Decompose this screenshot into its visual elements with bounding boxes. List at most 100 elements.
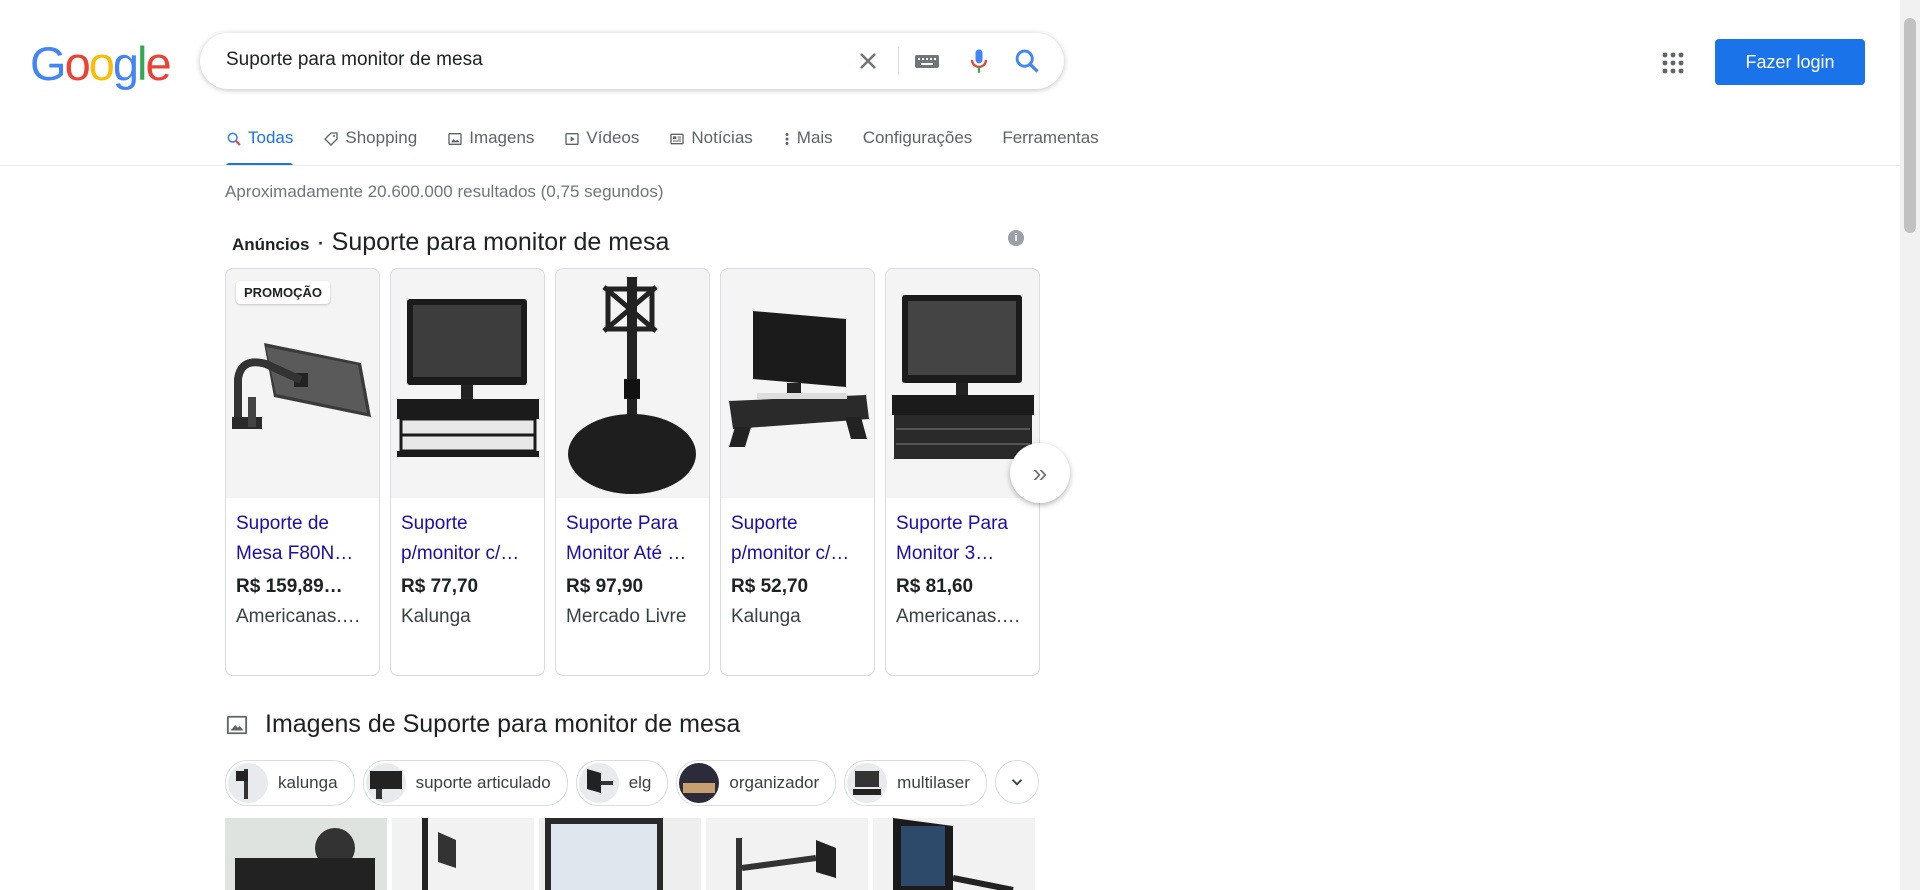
image-icon [226, 715, 248, 735]
product-image [556, 269, 709, 498]
tab-videos[interactable]: Vídeos [564, 128, 639, 166]
image-result[interactable] [873, 818, 1035, 890]
product-image [721, 269, 874, 498]
tab-mais[interactable]: Mais [783, 128, 833, 166]
page-scrollbar[interactable] [1900, 0, 1920, 890]
shopping-carousel: PROMOÇÃO Suporte de Mesa F80N… R$ 159,89…… [225, 268, 1050, 676]
chip-thumbnail [847, 763, 888, 803]
product-card[interactable]: Suporte p/monitor c/… R$ 77,70 Kalunga [390, 268, 545, 676]
tab-label: Mais [796, 128, 833, 147]
keyboard-icon[interactable] [913, 47, 941, 75]
chip-elg[interactable]: elg [575, 760, 669, 806]
logo-letter: e [145, 37, 171, 90]
chip-label: suporte articulado [415, 773, 551, 792]
tab-label: Ferramentas [1002, 128, 1099, 147]
result-stats: Aproximadamente 20.600.000 resultados (0… [225, 182, 664, 201]
ads-label: Anúncios [232, 235, 310, 254]
product-image [391, 269, 544, 498]
logo-letter: l [136, 37, 148, 90]
product-store: Kalunga [401, 606, 471, 627]
product-price: R$ 77,70 [401, 576, 479, 597]
tab-label: Imagens [469, 128, 535, 147]
tag-icon [324, 132, 339, 146]
tab-ferramentas[interactable]: Ferramentas [1002, 128, 1098, 166]
news-icon [670, 133, 685, 145]
ads-separator: · [309, 228, 332, 256]
promo-badge: PROMOÇÃO [236, 281, 330, 304]
login-button[interactable]: Fazer login [1715, 39, 1865, 85]
product-card[interactable]: Suporte p/monitor c/… R$ 52,70 Kalunga [720, 268, 875, 676]
scrollbar-thumb[interactable] [1904, 18, 1916, 233]
image-result[interactable] [539, 818, 701, 890]
product-title[interactable]: Suporte de Mesa F80N… [236, 509, 372, 569]
ads-header: Anúncios · Suporte para monitor de mesa [232, 228, 669, 257]
chip-label: organizador [729, 773, 820, 792]
tab-label: Todas [248, 128, 294, 147]
logo-letter: o [64, 37, 91, 90]
image-filter-chips: kalunga suporte articulado elg organizad… [225, 760, 1039, 806]
more-vert-icon [785, 133, 789, 145]
chip-label: kalunga [278, 773, 338, 792]
chip-thumbnail [365, 763, 406, 803]
chip-kalunga[interactable]: kalunga [225, 760, 355, 806]
product-title[interactable]: Suporte p/monitor c/… [731, 509, 867, 569]
search-icon[interactable] [1013, 47, 1041, 75]
image-result[interactable] [392, 818, 534, 890]
chip-multilaser[interactable]: multilaser [844, 760, 987, 806]
search-input[interactable]: Suporte para monitor de mesa [226, 49, 483, 71]
chip-label: elg [628, 773, 652, 792]
carousel-next-button[interactable]: » [1010, 443, 1070, 503]
chevron-down-icon [1011, 779, 1023, 786]
tab-label: Configurações [862, 128, 973, 147]
image-result[interactable] [706, 818, 868, 890]
ads-query: Suporte para monitor de mesa [331, 228, 670, 256]
logo-letter: o [88, 37, 115, 90]
tab-shopping[interactable]: Shopping [323, 128, 417, 166]
search-divider [898, 47, 899, 75]
product-image: PROMOÇÃO [226, 269, 379, 498]
tabs-divider [0, 165, 1900, 166]
expand-chips-button[interactable] [994, 760, 1039, 804]
apps-grid-icon[interactable] [1661, 51, 1685, 75]
chip-suporte-articulado[interactable]: suporte articulado [362, 760, 568, 806]
play-icon [565, 133, 580, 145]
info-icon[interactable]: i [1008, 230, 1024, 246]
product-price: R$ 81,60 [896, 576, 974, 597]
product-card[interactable]: PROMOÇÃO Suporte de Mesa F80N… R$ 159,89…… [225, 268, 380, 676]
product-title[interactable]: Suporte p/monitor c/… [401, 509, 537, 569]
product-price: R$ 159,89… [236, 576, 343, 597]
image-icon [448, 133, 462, 145]
chip-label: multilaser [897, 773, 970, 792]
microphone-icon[interactable] [965, 47, 993, 75]
tab-imagens[interactable]: Imagens [447, 128, 534, 166]
google-logo[interactable]: Google [30, 37, 172, 90]
product-store: Kalunga [731, 606, 801, 627]
product-title[interactable]: Suporte Para Monitor Até … [566, 509, 702, 569]
product-price: R$ 52,70 [731, 576, 809, 597]
tab-noticias[interactable]: Notícias [669, 128, 753, 166]
product-store: Mercado Livre [566, 606, 687, 627]
clear-icon[interactable] [854, 47, 882, 75]
search-tabs: Todas Shopping Imagens Vídeos Notícias M… [226, 128, 1129, 166]
image-result[interactable] [225, 818, 387, 890]
chip-organizador[interactable]: organizador [676, 760, 837, 806]
chip-thumbnail [679, 763, 720, 803]
tab-label: Vídeos [586, 128, 640, 147]
product-card[interactable]: Suporte Para Monitor Até … R$ 97,90 Merca… [555, 268, 710, 676]
search-icon [227, 132, 241, 146]
tab-configuracoes[interactable]: Configurações [863, 128, 973, 166]
tab-todas[interactable]: Todas [226, 128, 294, 166]
search-box[interactable]: Suporte para monitor de mesa [200, 33, 1064, 89]
product-title[interactable]: Suporte Para Monitor 3… [896, 509, 1032, 569]
double-chevron-right-icon: » [1032, 457, 1048, 488]
product-store: Americanas.… [896, 606, 1021, 627]
chip-thumbnail [578, 763, 619, 803]
images-section-title: Imagens de Suporte para monitor de mesa [265, 710, 741, 738]
product-price: R$ 97,90 [566, 576, 644, 597]
chip-thumbnail [228, 763, 268, 803]
image-results [225, 818, 1040, 890]
logo-letter: G [30, 37, 67, 90]
logo-letter: g [112, 37, 139, 90]
tab-label: Notícias [691, 128, 753, 147]
tab-label: Shopping [345, 128, 418, 147]
